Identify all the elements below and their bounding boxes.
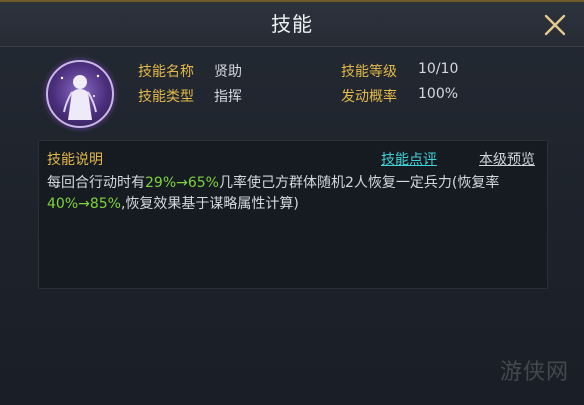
description-part: 几率使己方群体随机2人恢复一定兵力(恢复率: [218, 175, 500, 191]
skill-chance-value: 100%: [418, 86, 459, 102]
recovery-rate-highlight: 40%→85%: [47, 196, 121, 212]
skill-portrait-icon: [46, 60, 114, 128]
description-title: 技能说明: [47, 152, 103, 168]
skill-level-value: 10/10: [418, 61, 459, 77]
skill-comment-link[interactable]: 技能点评: [381, 149, 437, 169]
description-text: 每回合行动时有29%→65%几率使己方群体随机2人恢复一定兵力(恢复率 40%→8…: [47, 173, 539, 215]
skill-name-value: 贤助: [214, 64, 242, 80]
description-part: ,恢复效果基于谋略属性计算): [120, 196, 299, 212]
level-preview-link[interactable]: 本级预览: [479, 149, 535, 169]
close-icon[interactable]: [540, 10, 570, 40]
skill-description-box: 技能说明 技能点评 本级预览 每回合行动时有29%→65%几率使己方群体随机2人…: [38, 140, 548, 289]
watermark: 游侠网: [500, 360, 570, 385]
title-bar: 技能: [0, 2, 584, 47]
trigger-chance-highlight: 29%→65%: [145, 175, 219, 191]
skill-chance-label: 发动概率: [341, 89, 397, 105]
skill-type-label: 技能类型: [138, 89, 194, 105]
skill-level-label: 技能等级: [341, 64, 397, 80]
dialog-title: 技能: [271, 12, 313, 36]
skill-name-label: 技能名称: [138, 64, 194, 80]
description-part: 每回合行动时有: [47, 175, 145, 191]
skill-type-value: 指挥: [214, 89, 242, 105]
skill-dialog: 技能 技能名称 贤助 技能等级 10/10 技能类型 指挥 发动概率 100% …: [0, 0, 584, 405]
